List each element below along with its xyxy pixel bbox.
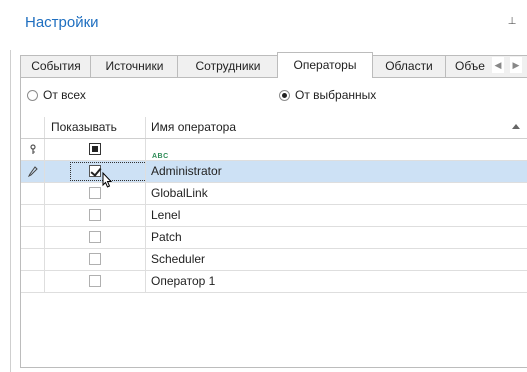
row-indicator	[21, 227, 45, 248]
tab-events[interactable]: События	[20, 55, 92, 77]
filter-name-cell[interactable]: ABC	[146, 139, 527, 160]
row-name-cell[interactable]: Patch	[146, 227, 527, 248]
filter-show-checkbox[interactable]	[89, 143, 101, 155]
row-name-cell[interactable]: Scheduler	[146, 249, 527, 270]
table-row[interactable]: Patch	[21, 227, 527, 249]
row-show-cell[interactable]	[45, 271, 146, 292]
table-row[interactable]: GlobalLink	[21, 183, 527, 205]
row-show-checkbox[interactable]	[89, 253, 101, 265]
column-header-show[interactable]: Показывать	[45, 117, 146, 138]
edit-pencil-icon	[21, 161, 45, 182]
row-show-cell[interactable]	[45, 205, 146, 226]
row-show-cell[interactable]	[45, 161, 169, 182]
row-name-cell[interactable]: Lenel	[146, 205, 527, 226]
filter-row: ABC	[21, 139, 527, 161]
sort-ascending-icon	[512, 124, 520, 129]
column-header-name-label: Имя оператора	[151, 120, 237, 134]
tab-operators[interactable]: Операторы	[277, 52, 373, 78]
row-show-cell[interactable]	[45, 249, 146, 270]
radio-from-all[interactable]: От всех	[27, 88, 86, 102]
filter-mode-group: От всех От выбранных	[21, 77, 527, 110]
table-row[interactable]: Administrator	[21, 161, 527, 188]
text-filter-glyph: ABC	[152, 153, 169, 160]
filter-key-icon	[29, 143, 36, 154]
row-show-checkbox[interactable]	[89, 275, 101, 287]
table-row[interactable]: Lenel	[21, 205, 527, 227]
filter-show-cell[interactable]	[45, 139, 146, 160]
radio-from-all-label: От всех	[43, 88, 86, 102]
column-header-name[interactable]: Имя оператора	[146, 117, 527, 138]
tab-areas[interactable]: Области	[371, 55, 447, 77]
panel-title: Настройки	[25, 14, 99, 31]
row-name-cell[interactable]: GlobalLink	[146, 183, 527, 204]
radio-from-selected[interactable]: От выбранных	[279, 88, 376, 102]
row-show-checkbox[interactable]	[89, 187, 101, 199]
row-show-cell[interactable]	[45, 183, 146, 204]
operators-grid: Показывать Имя оператора ABC Administrat…	[21, 117, 527, 367]
operators-panel: От всех От выбранных Показывать Имя опер…	[20, 77, 527, 368]
row-show-cell[interactable]	[45, 227, 146, 248]
row-show-checkbox[interactable]	[89, 165, 101, 177]
tab-sources[interactable]: Источники	[90, 55, 179, 77]
row-show-checkbox[interactable]	[89, 231, 101, 243]
radio-from-selected-label: От выбранных	[295, 88, 377, 102]
chevron-left-icon[interactable]: ◀	[492, 57, 504, 73]
left-border	[10, 50, 11, 372]
radio-from-selected-circle[interactable]	[279, 89, 290, 101]
row-name-cell[interactable]: Оператор 1	[146, 271, 527, 292]
row-indicator	[21, 183, 45, 204]
tab-employees[interactable]: Сотрудники	[177, 55, 279, 77]
pin-icon[interactable]: ⊥	[507, 16, 517, 28]
row-name-cell[interactable]: Administrator	[146, 161, 527, 182]
table-row[interactable]: Scheduler	[21, 249, 527, 271]
row-indicator	[21, 205, 45, 226]
filter-row-indicator	[21, 139, 45, 160]
header-indicator	[21, 117, 45, 138]
row-indicator	[21, 271, 45, 292]
table-row[interactable]: Оператор 1	[21, 271, 527, 293]
chevron-right-icon[interactable]: ▶	[510, 57, 522, 73]
row-indicator	[21, 249, 45, 270]
row-show-checkbox[interactable]	[89, 209, 101, 221]
tab-strip: События Источники Сотрудники Операторы О…	[20, 52, 527, 78]
grid-header: Показывать Имя оператора	[21, 117, 527, 139]
radio-from-all-circle[interactable]	[27, 89, 38, 101]
